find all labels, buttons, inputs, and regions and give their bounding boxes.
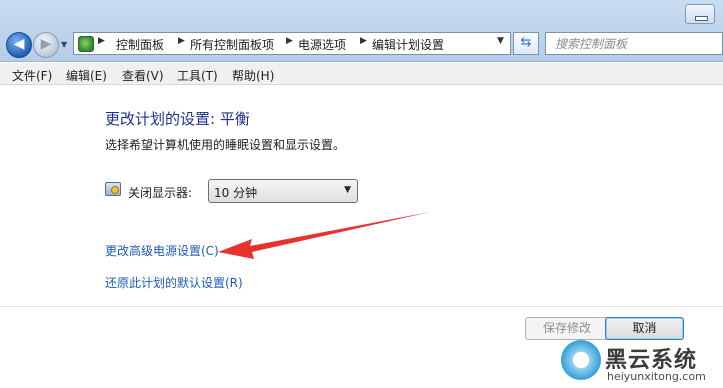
minimize-button[interactable] bbox=[685, 4, 715, 24]
menu-file[interactable]: 文件(F) bbox=[12, 67, 52, 84]
watermark-url: heiyunxitong.com bbox=[607, 370, 706, 383]
watermark-logo-icon bbox=[561, 340, 601, 380]
cancel-button[interactable]: 取消 bbox=[605, 317, 684, 340]
menu-bar: 文件(F) 编辑(E) 查看(V) 工具(T) 帮助(H) bbox=[0, 63, 723, 85]
breadcrumb-all-items[interactable]: 所有控制面板项 bbox=[190, 36, 274, 53]
restore-defaults-link[interactable]: 还原此计划的默认设置(R) bbox=[105, 274, 243, 291]
back-button[interactable]: ◀ bbox=[6, 32, 32, 58]
breadcrumb-separator-icon[interactable]: ▶ bbox=[178, 36, 185, 46]
menu-edit[interactable]: 编辑(E) bbox=[66, 67, 107, 84]
breadcrumb-separator-icon[interactable]: ▶ bbox=[286, 36, 293, 46]
forward-button[interactable]: ▶ bbox=[33, 32, 59, 58]
watermark: 黑云系统 heiyunxitong.com bbox=[555, 338, 723, 388]
search-input[interactable] bbox=[546, 33, 722, 54]
advanced-power-settings-link[interactable]: 更改高级电源设置(C) bbox=[105, 242, 219, 259]
divider bbox=[0, 306, 723, 307]
menu-help[interactable]: 帮助(H) bbox=[232, 67, 274, 84]
breadcrumb-separator-icon[interactable]: ▶ bbox=[360, 36, 367, 46]
control-panel-icon bbox=[78, 36, 94, 52]
search-box[interactable] bbox=[545, 32, 723, 55]
breadcrumb-edit-plan[interactable]: 编辑计划设置 bbox=[372, 36, 444, 53]
address-bar[interactable]: ▶ 控制面板 ▶ 所有控制面板项 ▶ 电源选项 ▶ 编辑计划设置 ▼ bbox=[73, 32, 511, 55]
menu-tools[interactable]: 工具(T) bbox=[177, 67, 218, 84]
refresh-button[interactable]: ⇆ bbox=[513, 32, 539, 55]
breadcrumb-separator-icon[interactable]: ▶ bbox=[98, 36, 105, 46]
address-dropdown-icon[interactable]: ▼ bbox=[497, 36, 504, 46]
breadcrumb-control-panel[interactable]: 控制面板 bbox=[116, 36, 164, 53]
window-titlebar: ◀ ▶ ▼ ▶ 控制面板 ▶ 所有控制面板项 ▶ 电源选项 ▶ 编辑计划设置 ▼… bbox=[0, 0, 723, 62]
save-changes-button[interactable]: 保存修改 bbox=[525, 317, 609, 340]
breadcrumb-power-options[interactable]: 电源选项 bbox=[298, 36, 346, 53]
menu-view[interactable]: 查看(V) bbox=[122, 67, 164, 84]
recent-pages-dropdown-icon[interactable]: ▼ bbox=[61, 40, 67, 49]
main-content: 更改计划的设置: 平衡 选择希望计算机使用的睡眠设置和显示设置。 关闭显示器: … bbox=[0, 86, 723, 388]
refresh-icon: ⇆ bbox=[520, 35, 532, 50]
